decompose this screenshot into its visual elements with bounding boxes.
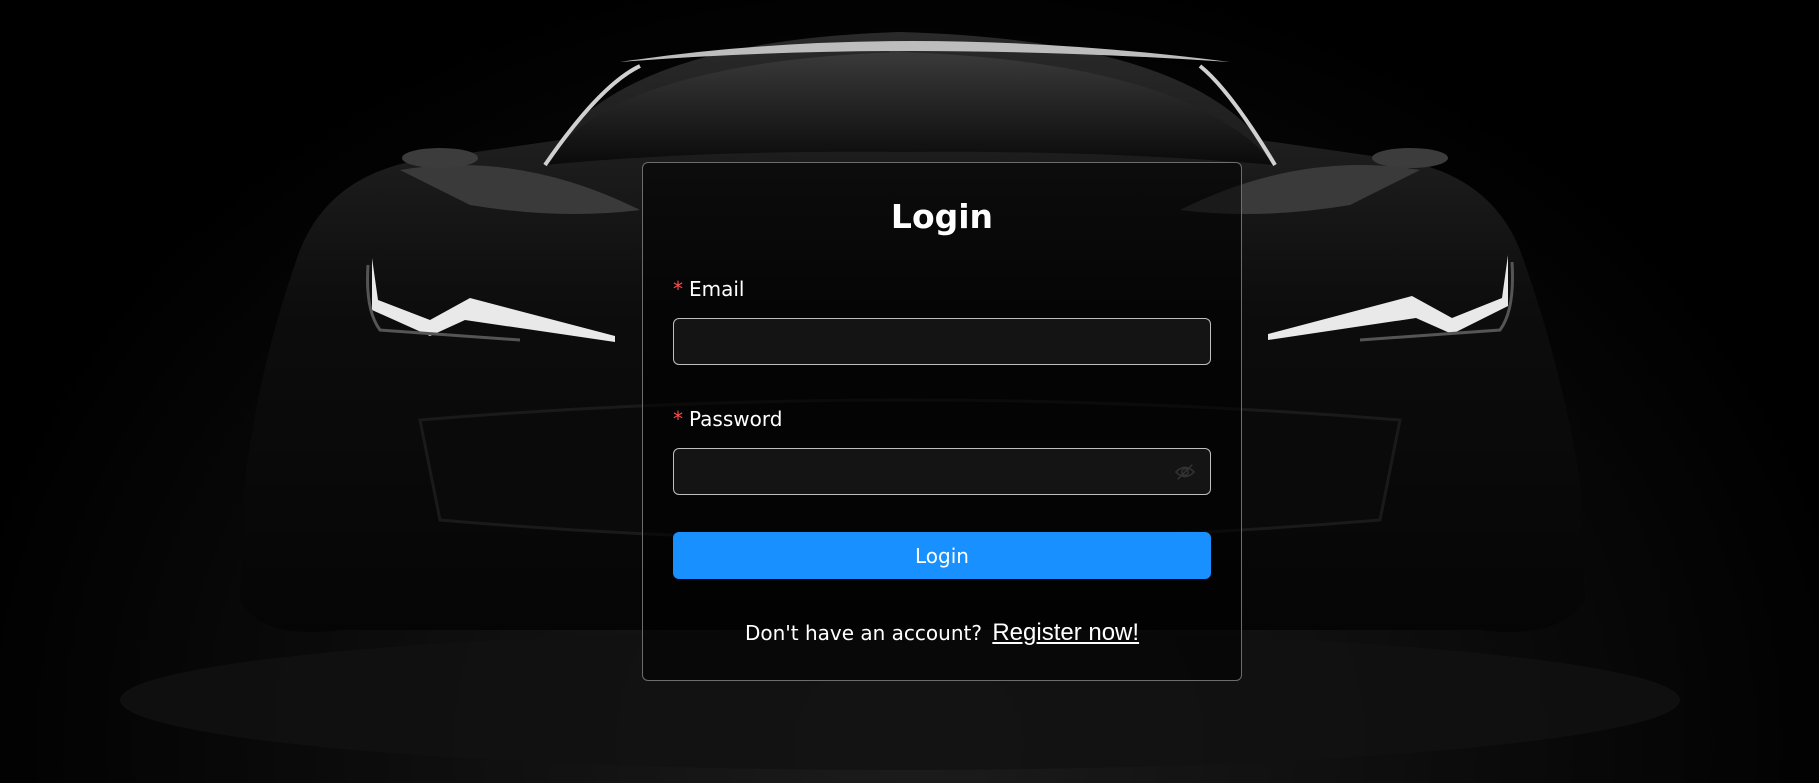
required-marker: *: [673, 277, 683, 301]
password-field[interactable]: [673, 448, 1211, 495]
email-label-text: Email: [689, 277, 745, 301]
required-marker: *: [673, 407, 683, 431]
email-input[interactable]: [674, 319, 1210, 364]
register-link[interactable]: Register now!: [992, 619, 1139, 646]
login-page: Login * Email * Password Login Don't have …: [0, 0, 1819, 783]
password-input[interactable]: [674, 449, 1210, 494]
email-label: * Email: [673, 277, 745, 301]
login-title: Login: [890, 197, 994, 236]
register-row: Don't have an account? Register now!: [643, 619, 1241, 647]
register-prompt: Don't have an account?: [744, 621, 982, 645]
email-field[interactable]: [673, 318, 1211, 365]
eye-invisible-icon[interactable]: [1174, 462, 1196, 482]
password-label: * Password: [673, 407, 782, 431]
login-card: Login * Email * Password Login Don't have …: [642, 162, 1242, 681]
login-button[interactable]: Login: [673, 532, 1211, 579]
password-label-text: Password: [689, 407, 783, 431]
